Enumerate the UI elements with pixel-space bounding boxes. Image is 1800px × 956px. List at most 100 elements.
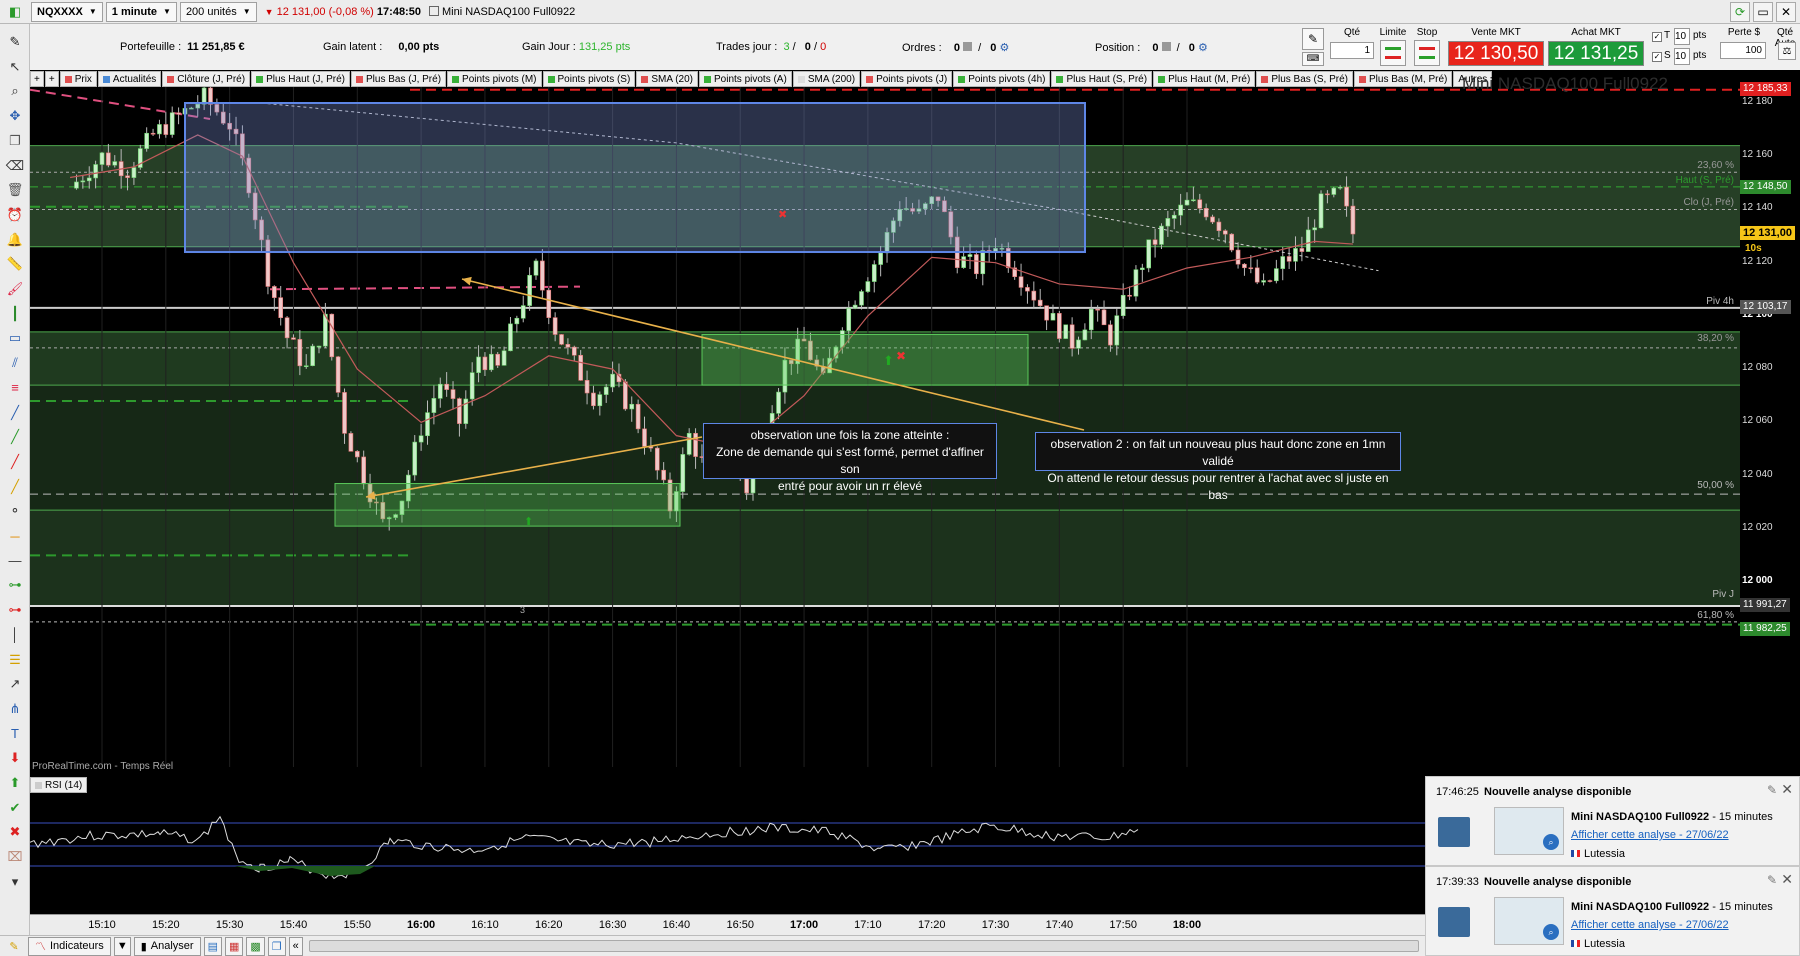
annotation-box-1[interactable]: observation une fois la zone atteinte : …	[703, 423, 997, 493]
indicator-tag[interactable]: Points pivots (J)	[861, 71, 953, 87]
indicators-button[interactable]: 〽 Indicateurs	[28, 936, 111, 956]
trendline-yellow-icon[interactable]: ╱	[5, 477, 25, 497]
check-icon[interactable]: ✔	[5, 798, 25, 818]
indicator-tag[interactable]: Plus Bas (M, Pré)	[1354, 71, 1453, 87]
up-arrow-icon[interactable]: ⬆	[5, 773, 25, 793]
bell-icon[interactable]: 🔔	[5, 230, 25, 250]
timeframe-selector[interactable]: 1 minute ▼	[105, 1, 177, 22]
down-arrow-icon[interactable]: ⬇	[5, 748, 25, 768]
grid-icon[interactable]: ▩	[246, 936, 265, 956]
close-icon[interactable]: ✕	[1781, 781, 1793, 798]
chevron-down-icon[interactable]: ▼	[113, 936, 131, 956]
indicator-tag[interactable]: Plus Bas (J, Pré)	[351, 71, 447, 87]
trendline-icon[interactable]: ╱	[5, 403, 25, 423]
indicator-tag[interactable]: SMA (20)	[636, 71, 698, 87]
indicator-tag[interactable]: Plus Haut (S, Pré)	[1051, 71, 1153, 87]
zoom-icon[interactable]: ⌕	[5, 81, 25, 101]
view-analysis-link[interactable]: Afficher cette analyse - 27/06/22	[1571, 919, 1729, 931]
pencil-icon[interactable]: ✎	[3, 937, 25, 956]
trendline-red-icon[interactable]: ╱	[5, 452, 25, 472]
node-icon[interactable]: ⚬	[5, 501, 25, 521]
eraser-icon[interactable]: ⌧	[5, 847, 25, 867]
comment-icon[interactable]: ▤	[203, 936, 222, 956]
sell-market-button[interactable]: 12 130,50	[1448, 41, 1544, 66]
trendline-green-icon[interactable]: ╱	[5, 427, 25, 447]
text-list-icon[interactable]: ☰	[5, 650, 25, 670]
cross-icon[interactable]: ✖	[5, 822, 25, 842]
list-icon[interactable]	[1161, 42, 1171, 51]
minimize-button[interactable]: ▭	[1753, 2, 1773, 22]
indicator-tag[interactable]: Prix	[59, 71, 97, 87]
indicator-tag[interactable]: SMA (200)	[792, 71, 861, 87]
analysis-thumbnail[interactable]: ⌕	[1494, 807, 1564, 855]
indicator-tag[interactable]: Plus Haut (M, Pré)	[1153, 71, 1256, 87]
close-icon[interactable]: ✕	[1781, 871, 1793, 888]
indicator-tag[interactable]: Actualités	[97, 71, 162, 87]
wrench-icon[interactable]: ✎	[1302, 28, 1324, 50]
close-button[interactable]: ✕	[1776, 2, 1796, 22]
move-icon[interactable]: ✥	[5, 106, 25, 126]
settings-icon[interactable]: ⚙	[1198, 42, 1208, 54]
instrument-selector[interactable]: NQXXXX ▼	[31, 1, 103, 22]
add-object-button[interactable]: +	[44, 71, 59, 87]
segment-icon[interactable]: ⊶	[5, 575, 25, 595]
annotation-box-2[interactable]: observation 2 : on fait un nouveau plus …	[1035, 432, 1401, 502]
limit-order-button[interactable]	[1380, 40, 1406, 66]
horizontal-line-icon[interactable]: ─	[5, 526, 25, 546]
keyboard-icon[interactable]: ⌨	[1302, 52, 1324, 66]
vertical-line-icon[interactable]: ┃	[5, 304, 25, 324]
auto-qty-icon[interactable]: ⚖	[1778, 42, 1796, 60]
indicator-tag[interactable]: Plus Haut (J, Pré)	[251, 71, 350, 87]
indicator-tag[interactable]: Points pivots (A)	[699, 71, 792, 87]
rectangle-icon[interactable]: ▭	[5, 328, 25, 348]
buy-market-button[interactable]: 12 131,25	[1548, 41, 1644, 66]
pin-icon[interactable]: ✎	[1767, 873, 1777, 887]
lose-input[interactable]: 100	[1720, 42, 1766, 59]
price-chart[interactable]: observation une fois la zone atteinte : …	[30, 87, 1740, 767]
list-icon[interactable]	[963, 42, 973, 51]
indicator-tag[interactable]: Clôture (J, Pré)	[162, 71, 251, 87]
brush-icon[interactable]: 🖌	[5, 279, 25, 299]
hline-icon[interactable]: —	[5, 551, 25, 571]
scroll-left-icon[interactable]: «	[288, 936, 303, 956]
alarm-icon[interactable]: ⏰	[5, 205, 25, 225]
rsi-tag[interactable]: RSI (14)	[30, 777, 88, 793]
notification-card[interactable]: 17:39:33 Nouvelle analyse disponible ⌕ Mini…	[1425, 866, 1800, 956]
view-analysis-link[interactable]: Afficher cette analyse - 27/06/22	[1571, 829, 1729, 841]
ruler-icon[interactable]: 📏	[5, 254, 25, 274]
add-indicator-button[interactable]: +	[30, 71, 44, 87]
analysis-thumbnail[interactable]: ⌕	[1494, 897, 1564, 945]
analyze-button[interactable]: ▮ Analyser	[133, 936, 201, 956]
t-pts-input[interactable]: 10	[1674, 28, 1690, 45]
notification-card[interactable]: 17:46:25 Nouvelle analyse disponible ⌕ Mini…	[1425, 776, 1800, 866]
s-checkbox[interactable]: ✓	[1652, 52, 1662, 62]
trash-icon[interactable]: 🗑	[5, 180, 25, 200]
windows-icon[interactable]: ❐	[267, 936, 286, 956]
settings-icon[interactable]: ⚙	[999, 42, 1009, 54]
vline-icon[interactable]: │	[5, 625, 25, 645]
s-pts-input[interactable]: 10	[1674, 48, 1690, 65]
channel-icon[interactable]: ⫽	[5, 353, 25, 373]
t-checkbox[interactable]: ✓	[1652, 32, 1662, 42]
fibonacci-icon[interactable]: ≡	[5, 378, 25, 398]
text-icon[interactable]: T	[5, 724, 25, 744]
indicator-tag[interactable]: Points pivots (4h)	[953, 71, 1051, 87]
erase-icon[interactable]: ⌫	[5, 156, 25, 176]
horizontal-scrollbar[interactable]	[308, 940, 1419, 952]
indicator-tag[interactable]: Plus Bas (S, Pré)	[1256, 71, 1354, 87]
copy-icon[interactable]: ❐	[5, 131, 25, 151]
sync-icon[interactable]: ⟳	[1730, 2, 1750, 22]
fork-icon[interactable]: ⋔	[5, 699, 25, 719]
arrow-icon[interactable]: ↗	[5, 674, 25, 694]
units-selector[interactable]: 200 unités ▼	[179, 1, 257, 22]
stop-order-button[interactable]	[1414, 40, 1440, 66]
pen-icon[interactable]: ✎	[5, 32, 25, 52]
collapse-icon[interactable]: ▾	[5, 872, 25, 892]
cursor-icon[interactable]: ↖	[5, 57, 25, 77]
segment-red-icon[interactable]: ⊶	[5, 600, 25, 620]
qty-input[interactable]: 1	[1330, 42, 1374, 59]
pin-icon[interactable]: ✎	[1767, 783, 1777, 797]
indicator-tag[interactable]: Points pivots (M)	[447, 71, 542, 87]
list-icon[interactable]: ▦	[224, 936, 244, 956]
indicator-tag[interactable]: Points pivots (S)	[542, 71, 636, 87]
